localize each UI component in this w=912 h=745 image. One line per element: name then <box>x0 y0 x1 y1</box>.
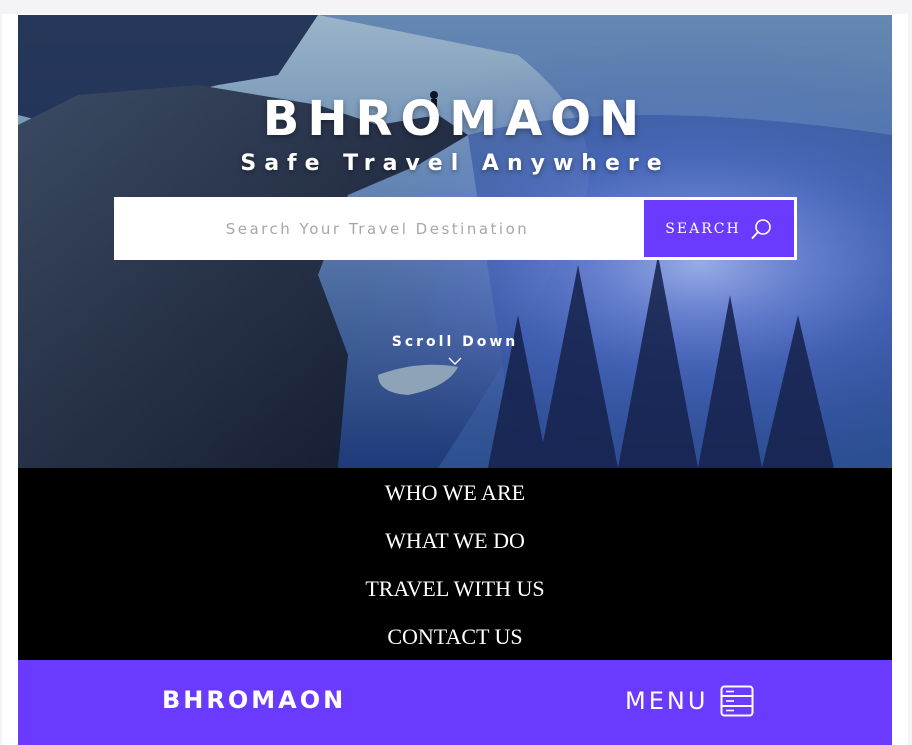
search-input[interactable] <box>114 197 641 260</box>
search-button[interactable]: SEARCH <box>641 197 797 260</box>
menu-icon <box>720 685 754 717</box>
search-bar: SEARCH <box>114 197 797 260</box>
nav-item-who-we-are[interactable]: WHO WE ARE <box>18 480 892 506</box>
scroll-down-label: Scroll Down <box>391 334 519 350</box>
menu-toggle-button[interactable]: MENU <box>625 684 754 718</box>
menu-label: MENU <box>625 687 709 715</box>
nav-item-travel-with-us[interactable]: TRAVEL WITH US <box>18 576 892 602</box>
site-logo[interactable]: BHROMAON <box>162 686 346 714</box>
bottom-bar: BHROMAON MENU <box>18 660 892 745</box>
search-button-label: SEARCH <box>665 220 741 237</box>
search-icon <box>751 218 773 240</box>
hero-section: BHROMAON Safe Travel Anywhere SEARCH Scr… <box>18 15 892 468</box>
website: BHROMAON Safe Travel Anywhere SEARCH Scr… <box>18 15 892 745</box>
nav-item-contact-us[interactable]: CONTACT US <box>18 624 892 650</box>
hero-title: BHROMAON <box>262 91 648 147</box>
scroll-down-link[interactable]: Scroll Down <box>18 334 892 366</box>
navigation-menu: WHO WE ARE WHAT WE DO TRAVEL WITH US CON… <box>18 468 892 660</box>
hero-subtitle: Safe Travel Anywhere <box>240 151 670 176</box>
chevron-down-icon <box>448 357 462 365</box>
nav-item-what-we-do[interactable]: WHAT WE DO <box>18 528 892 554</box>
